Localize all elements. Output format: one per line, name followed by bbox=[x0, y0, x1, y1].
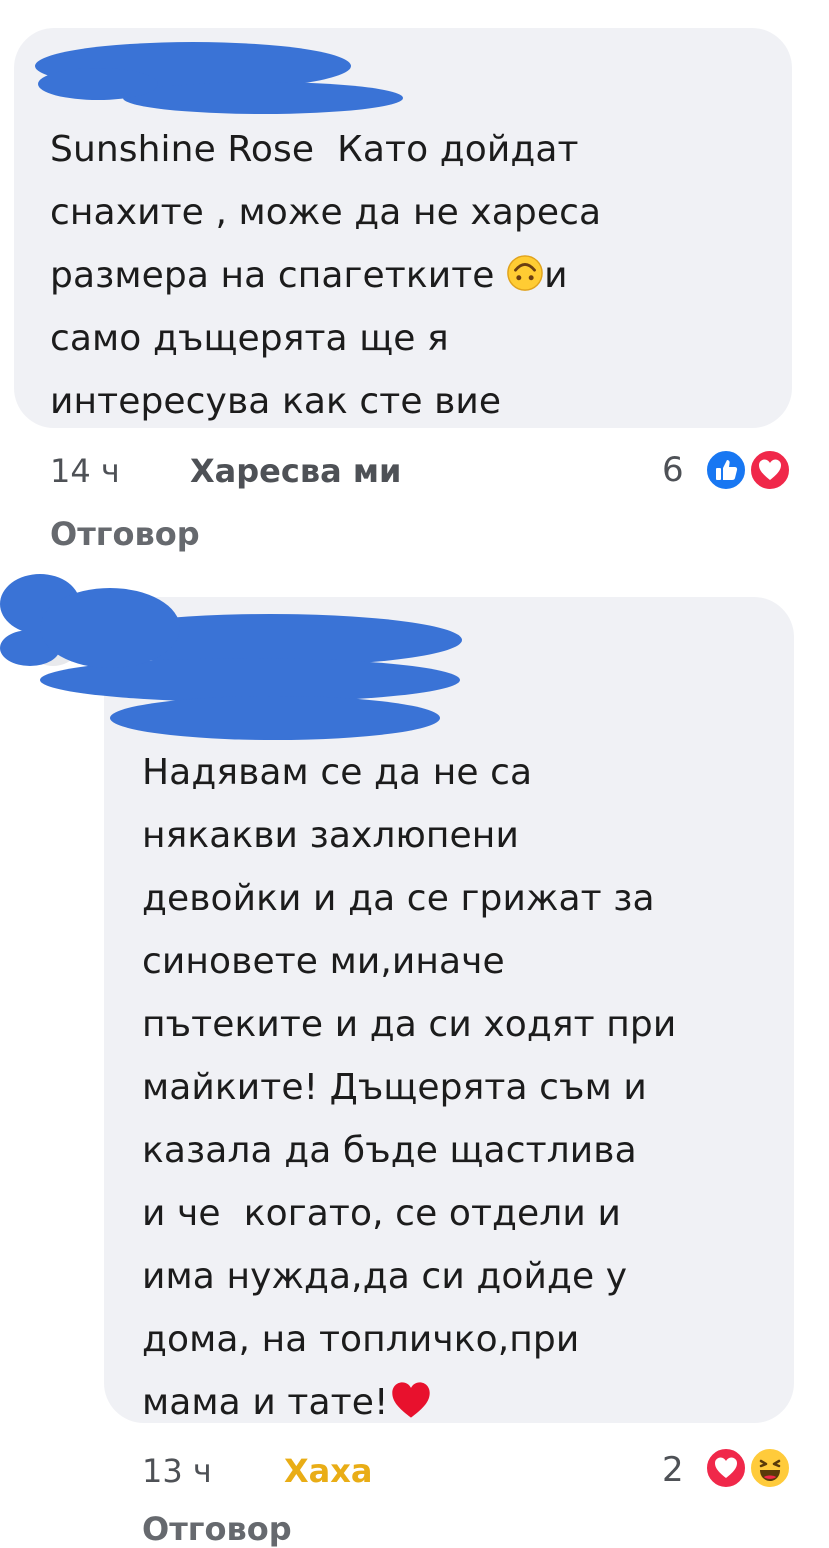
love-reaction-icon bbox=[748, 448, 792, 492]
red-heart-icon bbox=[391, 1382, 430, 1418]
love-reaction-icon bbox=[704, 1446, 748, 1490]
like-button[interactable]: Харесва ми bbox=[190, 452, 401, 490]
like-reaction-icon bbox=[704, 448, 748, 492]
comment-line: мама и тате! bbox=[142, 1371, 774, 1434]
comment-line: само дъщерята ще я bbox=[50, 318, 449, 359]
comment-text-segment: и bbox=[544, 255, 568, 296]
comment-line: има нужда,да си дойде у bbox=[142, 1256, 628, 1297]
comment-text-segment: мама и тате! bbox=[142, 1382, 389, 1423]
comment-line: и че когато, се отдели и bbox=[142, 1193, 621, 1234]
redaction-scribble bbox=[35, 42, 403, 114]
reply-button[interactable]: Отговор bbox=[142, 1510, 292, 1548]
comment-timestamp: 13 ч bbox=[142, 1452, 212, 1490]
comment-line: интересува как сте вие bbox=[50, 381, 502, 422]
haha-reaction-icon bbox=[748, 1446, 792, 1490]
comment-line: някакви захлюпени bbox=[142, 815, 519, 856]
reaction-count[interactable]: 2 bbox=[662, 1450, 684, 1490]
comment-text-segment: размера на спагетките bbox=[50, 255, 507, 296]
comment-meta: 13 ч bbox=[142, 1452, 212, 1490]
haha-reaction-button[interactable]: Хаха bbox=[284, 1452, 373, 1490]
comment-line: дома, на топличко,при bbox=[142, 1319, 580, 1360]
comment-line: девойки и да се грижат за bbox=[142, 878, 655, 919]
comment-line: Sunshine Rose Като дойдат bbox=[50, 129, 579, 170]
comment-line: размера на спагетките и bbox=[50, 244, 772, 307]
comment-line: казала да бъде щастлива bbox=[142, 1130, 637, 1171]
reply-button[interactable]: Отговор bbox=[50, 515, 200, 553]
comment-line: синовете ми,иначе bbox=[142, 941, 505, 982]
comment-line: пътеките и да си ходят при bbox=[142, 1004, 677, 1045]
redaction-scribble bbox=[0, 574, 462, 740]
comment-line: майките! Дъщерята съм и bbox=[142, 1067, 647, 1108]
upside-down-smile-icon bbox=[507, 255, 543, 291]
comment-meta: 14 ч bbox=[50, 452, 120, 490]
comment-line: снахите , може да не хареса bbox=[50, 192, 602, 233]
comment-timestamp: 14 ч bbox=[50, 452, 120, 490]
reaction-count[interactable]: 6 bbox=[662, 450, 684, 490]
